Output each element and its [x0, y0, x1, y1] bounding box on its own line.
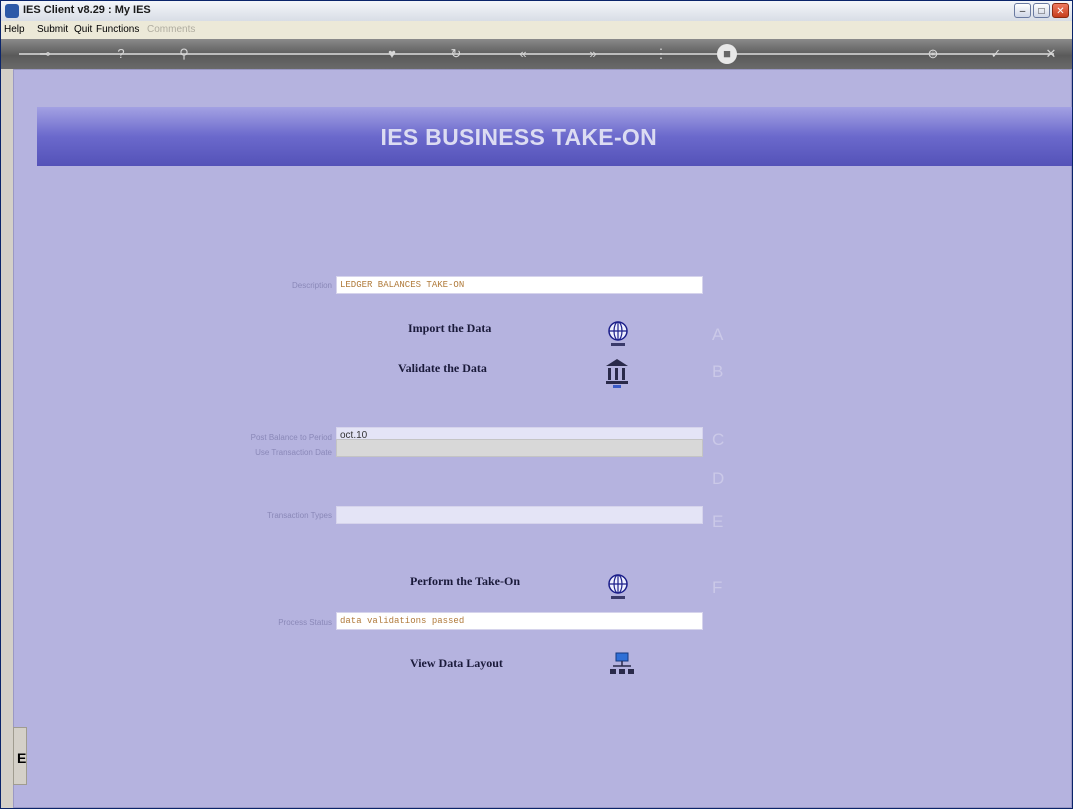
cancel-icon[interactable]: ✕	[1041, 44, 1061, 64]
globe-icon[interactable]	[607, 573, 629, 601]
page-banner: IES BUSINESS TAKE-ON	[37, 107, 1072, 166]
back-icon[interactable]: ⊛	[923, 44, 943, 64]
step-letter-b: B	[712, 362, 724, 381]
page-title: IES BUSINESS TAKE-ON	[380, 124, 657, 150]
previous-icon[interactable]: «	[513, 44, 533, 64]
perform-takeon-label[interactable]: Perform the Take-On	[410, 574, 520, 589]
content-pane: IES BUSINESS TAKE-ON Description LEDGER …	[13, 69, 1072, 808]
transaction-types-label: Transaction Types	[267, 511, 332, 520]
step-letter-e: E	[712, 512, 724, 531]
post-balance-label: Post Balance to Period	[250, 433, 332, 442]
grid-icon[interactable]: ⋮	[651, 44, 671, 64]
process-status-label: Process Status	[278, 618, 332, 627]
hierarchy-icon[interactable]	[610, 652, 634, 678]
menu-functions[interactable]: Functions	[96, 24, 139, 35]
globe-icon[interactable]	[607, 320, 629, 348]
help-icon[interactable]: ?	[111, 44, 131, 64]
process-status-field[interactable]: data validations passed	[336, 612, 703, 630]
next-icon[interactable]: »	[583, 44, 603, 64]
toolbar: ⊸ ? ⚲ ♥ ↻ « » ⋮ ■ ⊛ ✓ ✕	[1, 39, 1072, 69]
menu-help[interactable]: Help	[4, 24, 25, 35]
key-icon[interactable]: ⊸	[35, 44, 55, 64]
app-icon	[5, 4, 19, 18]
bank-icon[interactable]	[604, 357, 630, 389]
title-bar: IES Client v8.29 : My IES – □ ✕	[1, 1, 1072, 22]
menu-bar: Help Submit Quit Functions Comments	[1, 21, 1072, 40]
check-icon[interactable]: ✓	[986, 44, 1006, 64]
refresh-icon[interactable]: ↻	[446, 44, 466, 64]
record-icon[interactable]: ■	[717, 44, 737, 64]
description-field[interactable]: LEDGER BALANCES TAKE-ON	[336, 276, 703, 294]
close-button[interactable]: ✕	[1052, 3, 1069, 18]
window-title: IES Client v8.29 : My IES	[23, 4, 151, 16]
menu-quit[interactable]: Quit	[74, 24, 92, 35]
menu-comments: Comments	[147, 24, 196, 35]
validate-data-label[interactable]: Validate the Data	[398, 361, 487, 376]
import-data-label[interactable]: Import the Data	[408, 321, 491, 336]
app-window: IES Client v8.29 : My IES – □ ✕ Help Sub…	[0, 0, 1073, 809]
use-transaction-date-label: Use Transaction Date	[255, 448, 332, 457]
description-label: Description	[291, 281, 332, 290]
side-panel-letter: E	[17, 750, 27, 766]
view-data-layout-label[interactable]: View Data Layout	[410, 656, 503, 671]
use-transaction-date-field[interactable]	[336, 439, 703, 457]
maximize-button[interactable]: □	[1033, 3, 1050, 18]
step-letter-c: C	[712, 430, 725, 449]
step-letter-f: F	[712, 578, 723, 597]
minimize-button[interactable]: –	[1014, 3, 1031, 18]
side-panel-tab[interactable]: E	[13, 727, 27, 785]
step-letter-d: D	[712, 469, 725, 488]
heart-icon[interactable]: ♥	[382, 44, 402, 64]
step-letter-a: A	[712, 325, 724, 344]
search-icon[interactable]: ⚲	[174, 44, 194, 64]
transaction-types-field[interactable]	[336, 506, 703, 524]
menu-submit[interactable]: Submit	[37, 24, 68, 35]
